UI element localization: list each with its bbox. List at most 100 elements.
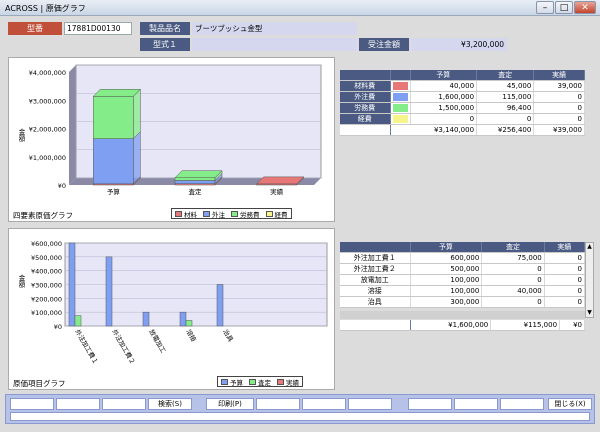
cost-table-cell: 0 [533, 113, 585, 125]
chart2-y-tick: ¥500,000 [31, 254, 62, 262]
close-window-button[interactable]: ✕ [574, 1, 596, 14]
cost-table-cell: 1,600,000 [410, 91, 478, 103]
cost-table-total-assessed: ¥256,400 [476, 124, 535, 136]
item-table-cell: 0 [544, 263, 586, 275]
chart2-y-tick: ¥0 [54, 323, 62, 331]
legend-swatch [203, 210, 210, 217]
legend-swatch [221, 378, 228, 385]
fkey-2[interactable] [56, 398, 100, 410]
fkey-3[interactable] [102, 398, 146, 410]
cost-item-table: 予算 査定 実績 外注加工費１ 600,000 75,000 0 外注加工費２ 500,0… [340, 242, 586, 308]
chart2-y-label: 金額 [17, 273, 25, 289]
item-table-cell: 100,000 [410, 285, 483, 297]
chart2-bar [142, 311, 150, 327]
fkey-6[interactable] [256, 398, 300, 410]
legend-swatch [175, 210, 182, 217]
chart1-y-tick: ¥4,000,000 [29, 69, 66, 77]
item-table-cell: 0 [481, 263, 545, 275]
legend-label: 労務費 [240, 210, 260, 219]
cost-table-total-label: 合計 [340, 124, 391, 136]
print-button[interactable]: 印刷(P) [206, 398, 254, 410]
scroll-up-arrow-icon[interactable]: ▲ [586, 243, 593, 251]
type-field [192, 38, 357, 51]
chart2-bar [74, 315, 82, 327]
cost-table-cell: 0 [533, 102, 585, 114]
item-table-row-name: 外注加工費２ [340, 263, 411, 275]
legend-label: 経費 [274, 210, 288, 219]
search-button[interactable]: 検索(S) [148, 398, 192, 410]
type-label: 型式１ [140, 38, 190, 51]
chart1-bar-top [92, 89, 141, 97]
item-table-header-row: 予算 査定 実績 [340, 242, 586, 253]
cost-table-cell: 0 [533, 91, 585, 103]
cost-table-row: 材料費 40,000 45,000 39,000 [340, 80, 585, 92]
chart2-x-tick: 外注加工費２ [110, 328, 137, 366]
item-table-cell: 0 [544, 296, 586, 308]
fkey-10[interactable] [454, 398, 498, 410]
chart1-bar-segment [174, 177, 216, 181]
chart1-bar-segment [174, 180, 216, 184]
product-field: ブーツブッシュ金型 [192, 22, 357, 35]
chart1-side-wall [69, 65, 76, 185]
item-table-row-name: 溶接 [340, 285, 411, 297]
item-table-cell: 300,000 [410, 296, 483, 308]
cost-table-row-color [390, 91, 411, 103]
chart2-x-tick: 放電加工 [147, 328, 168, 355]
four-element-cost-chart-panel: ¥0 ¥1,000,000 ¥2,000,000 ¥3,000,000 ¥4,000,0… [8, 57, 335, 222]
cost-table-row-label: 経費 [340, 113, 391, 125]
four-element-cost-chart: ¥0 ¥1,000,000 ¥2,000,000 ¥3,000,000 ¥4,000,0… [17, 64, 322, 196]
cost-table-total-budget: ¥3,140,000 [410, 124, 478, 136]
item-table-row[interactable]: 治具 300,000 0 0 [340, 296, 586, 308]
chart2-title: 原価項目グラフ [13, 379, 66, 388]
chart2-y-tick: ¥200,000 [31, 295, 62, 303]
maximize-button[interactable]: □ [555, 1, 573, 14]
close-button[interactable]: 閉じる(X) [548, 398, 592, 410]
fkey-11[interactable] [500, 398, 544, 410]
cost-item-chart: ¥0 ¥100,000 ¥200,000 ¥300,000 ¥400,000 ¥500,0… [17, 240, 328, 366]
legend-swatch [277, 378, 284, 385]
chart2-x-tick: 溶接 [184, 328, 199, 344]
cost-table-cell: 115,000 [476, 91, 535, 103]
function-key-bar: 検索(S) 印刷(P) 閉じる(X) [5, 394, 595, 424]
chart2-x-tick: 外注加工費１ [73, 328, 100, 366]
fkey-1[interactable] [10, 398, 54, 410]
cost-table-total-row: 合計 ¥3,140,000 ¥256,400 ¥39,000 [340, 124, 585, 136]
chart2-bar [179, 311, 187, 327]
legend-label: 予算 [230, 378, 243, 387]
cost-table-header-budget: 予算 [410, 70, 478, 81]
item-table-row[interactable]: 溶接 100,000 40,000 0 [340, 285, 586, 297]
item-table-row[interactable]: 放電加工 100,000 0 0 [340, 274, 586, 286]
order-amount-label: 受注金額 [359, 38, 409, 51]
item-table-total-assessed: ¥115,000 [490, 320, 561, 331]
chart1-y-label: 金額 [17, 127, 25, 143]
item-table-row[interactable]: 外注加工費２ 500,000 0 0 [340, 263, 586, 275]
item-table-cell: 600,000 [410, 252, 483, 264]
order-amount-field: ¥3,200,000 [411, 38, 507, 51]
cost-table-total-color [390, 124, 410, 136]
minimize-button[interactable]: – [536, 1, 554, 14]
cost-table-row: 労務費 1,500,000 96,400 0 [340, 102, 585, 114]
item-table-row-name: 治具 [340, 296, 411, 308]
legend-swatch [249, 378, 256, 385]
chart2-bar [105, 256, 113, 327]
cost-table-header-assessed: 査定 [476, 70, 535, 81]
chart1-legend: 材料 外注 労務費 経費 [171, 208, 292, 219]
cost-table-row: 外注費 1,600,000 115,000 0 [340, 91, 585, 103]
fkey-7[interactable] [302, 398, 346, 410]
cost-table-cell: 0 [476, 113, 535, 125]
item-table-total-budget: ¥1,600,000 [410, 320, 492, 331]
model-field[interactable]: 17881D00130 [64, 22, 132, 35]
item-table-row[interactable]: 外注加工費１ 600,000 75,000 0 [340, 252, 586, 264]
item-table-scrollbar[interactable]: ▲ ▼ [585, 242, 594, 318]
scroll-down-arrow-icon[interactable]: ▼ [586, 309, 593, 317]
fkey-8[interactable] [348, 398, 392, 410]
cost-table-cell: 1,500,000 [410, 102, 478, 114]
item-table-cell: 0 [481, 296, 545, 308]
legend-label: 外注 [212, 210, 225, 219]
fkey-9[interactable] [408, 398, 452, 410]
chart2-x-tick: 治具 [221, 328, 236, 344]
legend-label: 査定 [258, 378, 271, 387]
cost-table-header-actual: 実績 [533, 70, 585, 81]
legend-item: 労務費 [231, 209, 260, 219]
item-table-cell: 0 [544, 252, 586, 264]
